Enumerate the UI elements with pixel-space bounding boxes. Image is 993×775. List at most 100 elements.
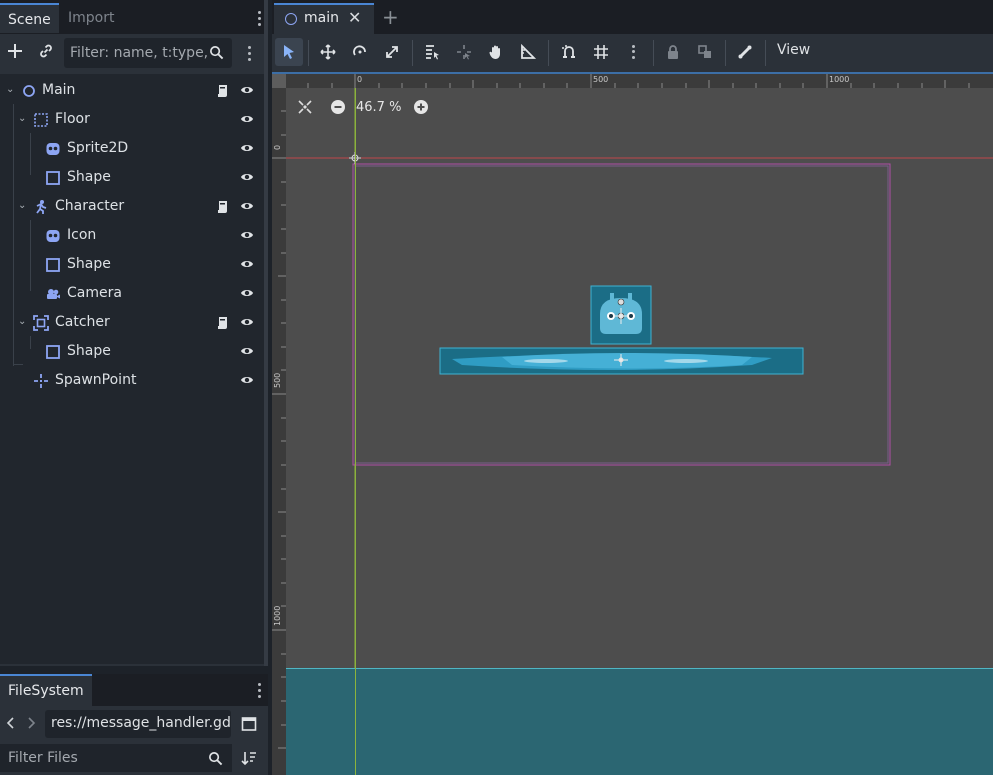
zoom-out-icon[interactable]: [330, 99, 346, 115]
collision-shape-icon: [46, 345, 60, 359]
visibility-eye-icon[interactable]: [240, 316, 254, 328]
pan-mode-button[interactable]: [482, 38, 510, 66]
staticbody-icon: [34, 113, 48, 127]
history-back-icon[interactable]: [6, 716, 16, 730]
camera2d-icon: [47, 289, 60, 299]
instantiate-scene-icon[interactable]: [37, 42, 55, 60]
tree-item-main[interactable]: ⌄ Main: [0, 76, 264, 105]
ruler-corner[interactable]: [272, 74, 286, 88]
scene-filter[interactable]: [64, 38, 232, 68]
chevron-down-icon[interactable]: ⌄: [18, 201, 28, 211]
tab-import[interactable]: Import: [60, 3, 122, 33]
floor-sprite[interactable]: [439, 347, 804, 375]
view-menu-button[interactable]: View: [777, 42, 810, 58]
tree-item-label: Character: [55, 198, 125, 214]
tree-item-catcher[interactable]: ⌄ Catcher: [0, 308, 264, 337]
toolbar-separator: [412, 40, 413, 66]
bottom-area-overlay: [286, 668, 993, 775]
path-field[interactable]: res://message_handler.gd: [45, 710, 231, 738]
tab-filesystem[interactable]: FileSystem: [0, 674, 92, 706]
filesystem-panel: res://message_handler.gd: [0, 706, 268, 775]
tree-item-character-shape[interactable]: Shape: [0, 250, 264, 279]
dock-menu-icon[interactable]: [254, 9, 264, 27]
filesystem-menu-icon[interactable]: [254, 681, 264, 699]
tab-scene[interactable]: Scene: [0, 3, 59, 33]
add-scene-tab-icon[interactable]: +: [382, 7, 399, 27]
filesystem-dock-tabs: FileSystem: [0, 674, 268, 706]
visibility-eye-icon[interactable]: [240, 200, 254, 212]
add-node-icon[interactable]: [6, 42, 24, 60]
canvas-viewport[interactable]: 0 500 1000 0 500 1000 46.7 %: [272, 72, 993, 775]
tree-item-label: Shape: [67, 343, 111, 359]
lock-button[interactable]: [659, 38, 687, 66]
ruler-mode-button[interactable]: [514, 38, 542, 66]
tree-item-floor[interactable]: ⌄ Floor: [0, 105, 264, 134]
select-mode-button[interactable]: [275, 38, 303, 66]
chevron-down-icon[interactable]: ⌄: [18, 317, 28, 327]
scale-mode-button[interactable]: [378, 38, 406, 66]
visibility-eye-icon[interactable]: [240, 287, 254, 299]
scene-filter-input[interactable]: [70, 38, 208, 68]
script-icon[interactable]: [216, 315, 230, 331]
scene-dock-tabs: Scene Import: [0, 0, 268, 34]
toggle-split-icon[interactable]: [241, 716, 257, 732]
tree-item-label: Icon: [67, 227, 97, 243]
chevron-down-icon[interactable]: ⌄: [18, 114, 28, 124]
scene-panel: ⌄ Main ⌄ Floor Sprite2D: [0, 34, 268, 666]
visibility-eye-icon[interactable]: [240, 113, 254, 125]
area2d-icon: [33, 315, 49, 331]
ruler-label: 0: [273, 144, 282, 150]
ruler-label: 500: [273, 372, 282, 388]
visibility-eye-icon[interactable]: [240, 229, 254, 241]
visibility-eye-icon[interactable]: [240, 345, 254, 357]
zoom-level[interactable]: 46.7 %: [356, 100, 401, 115]
rotate-mode-button[interactable]: [346, 38, 374, 66]
history-forward-icon[interactable]: [26, 716, 36, 730]
close-icon[interactable]: ✕: [348, 8, 361, 27]
tree-item-character[interactable]: ⌄ Character: [0, 192, 264, 221]
tree-item-camera[interactable]: Camera: [0, 279, 264, 308]
skeleton-button[interactable]: [731, 38, 759, 66]
tree-item-sprite2d[interactable]: Sprite2D: [0, 134, 264, 163]
zoom-reset-icon[interactable]: [298, 100, 312, 114]
tab-main-label: main: [304, 10, 339, 26]
visibility-eye-icon[interactable]: [240, 142, 254, 154]
visibility-eye-icon[interactable]: [240, 171, 254, 183]
tree-item-icon[interactable]: Icon: [0, 221, 264, 250]
pivot-mode-button[interactable]: [450, 38, 478, 66]
lock-icon: [668, 45, 678, 59]
sort-icon[interactable]: [241, 750, 257, 766]
tree-item-floor-shape[interactable]: Shape: [0, 163, 264, 192]
node2d-circle-icon: [285, 13, 297, 25]
move-mode-button[interactable]: [314, 38, 342, 66]
grid-snap-button[interactable]: [587, 38, 615, 66]
script-icon[interactable]: [216, 199, 230, 215]
vertical-ruler[interactable]: 0 500 1000: [272, 88, 286, 775]
list-select-icon: [426, 45, 439, 60]
scene-options-icon[interactable]: [244, 44, 254, 62]
group-button[interactable]: [691, 38, 719, 66]
list-select-button[interactable]: [418, 38, 446, 66]
script-icon[interactable]: [216, 83, 230, 99]
snap-options-button[interactable]: [619, 38, 647, 66]
visibility-eye-icon[interactable]: [240, 374, 254, 386]
tab-main-scene[interactable]: main ✕: [274, 3, 374, 34]
horizontal-ruler[interactable]: 0 500 1000: [286, 74, 993, 88]
chevron-down-icon[interactable]: ⌄: [6, 85, 16, 95]
search-icon: [209, 752, 223, 766]
visibility-eye-icon[interactable]: [240, 84, 254, 96]
filter-files-input[interactable]: [8, 744, 198, 772]
smart-snap-button[interactable]: [555, 38, 583, 66]
character-sprite[interactable]: [590, 285, 652, 345]
tree-item-catcher-shape[interactable]: Shape: [0, 337, 264, 366]
select-arrow-icon: [284, 45, 294, 59]
zoom-in-icon[interactable]: [413, 99, 429, 115]
toolbar-separator: [653, 40, 654, 66]
visibility-eye-icon[interactable]: [240, 258, 254, 270]
ruler-label: 0: [357, 75, 363, 84]
tree-item-spawnpoint[interactable]: SpawnPoint: [0, 366, 264, 395]
dock-splitter[interactable]: [264, 0, 268, 666]
marker2d-icon: [34, 374, 48, 388]
filter-files[interactable]: [0, 744, 232, 772]
scene-toolbar: [0, 34, 268, 72]
